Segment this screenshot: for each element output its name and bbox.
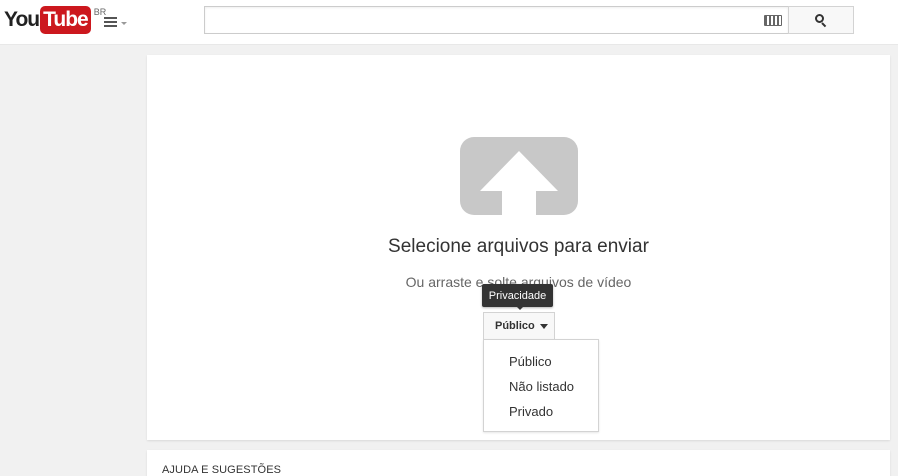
youtube-logo[interactable]: You Tube BR bbox=[4, 6, 106, 36]
hamburger-menu-icon bbox=[104, 17, 117, 27]
caret-down-icon bbox=[539, 323, 548, 329]
tooltip-arrow bbox=[516, 306, 524, 310]
search-input[interactable] bbox=[204, 6, 789, 34]
privacy-option-public[interactable]: Público bbox=[484, 349, 598, 374]
chevron-down-icon bbox=[121, 21, 127, 25]
logo-tube-text: Tube bbox=[40, 6, 91, 34]
help-card: AJUDA E SUGESTÕES bbox=[147, 450, 890, 476]
upload-arrow-icon[interactable] bbox=[460, 137, 578, 215]
logo-you-text: You bbox=[4, 8, 40, 31]
guide-menu-button[interactable] bbox=[104, 13, 130, 31]
search-icon bbox=[815, 14, 827, 28]
upload-title[interactable]: Selecione arquivos para enviar bbox=[147, 236, 890, 258]
privacy-option-private[interactable]: Privado bbox=[484, 399, 598, 424]
masthead: You Tube BR bbox=[0, 0, 898, 45]
help-title: AJUDA E SUGESTÕES bbox=[162, 464, 282, 476]
privacy-menu: Público Não listado Privado bbox=[483, 339, 599, 432]
privacy-dropdown-button[interactable]: Público bbox=[483, 312, 555, 340]
privacy-selected-label: Público bbox=[495, 320, 535, 332]
privacy-tooltip: Privacidade bbox=[482, 284, 553, 307]
search-button[interactable] bbox=[788, 6, 854, 34]
keyboard-icon[interactable] bbox=[764, 15, 782, 26]
privacy-option-unlisted[interactable]: Não listado bbox=[484, 374, 598, 399]
